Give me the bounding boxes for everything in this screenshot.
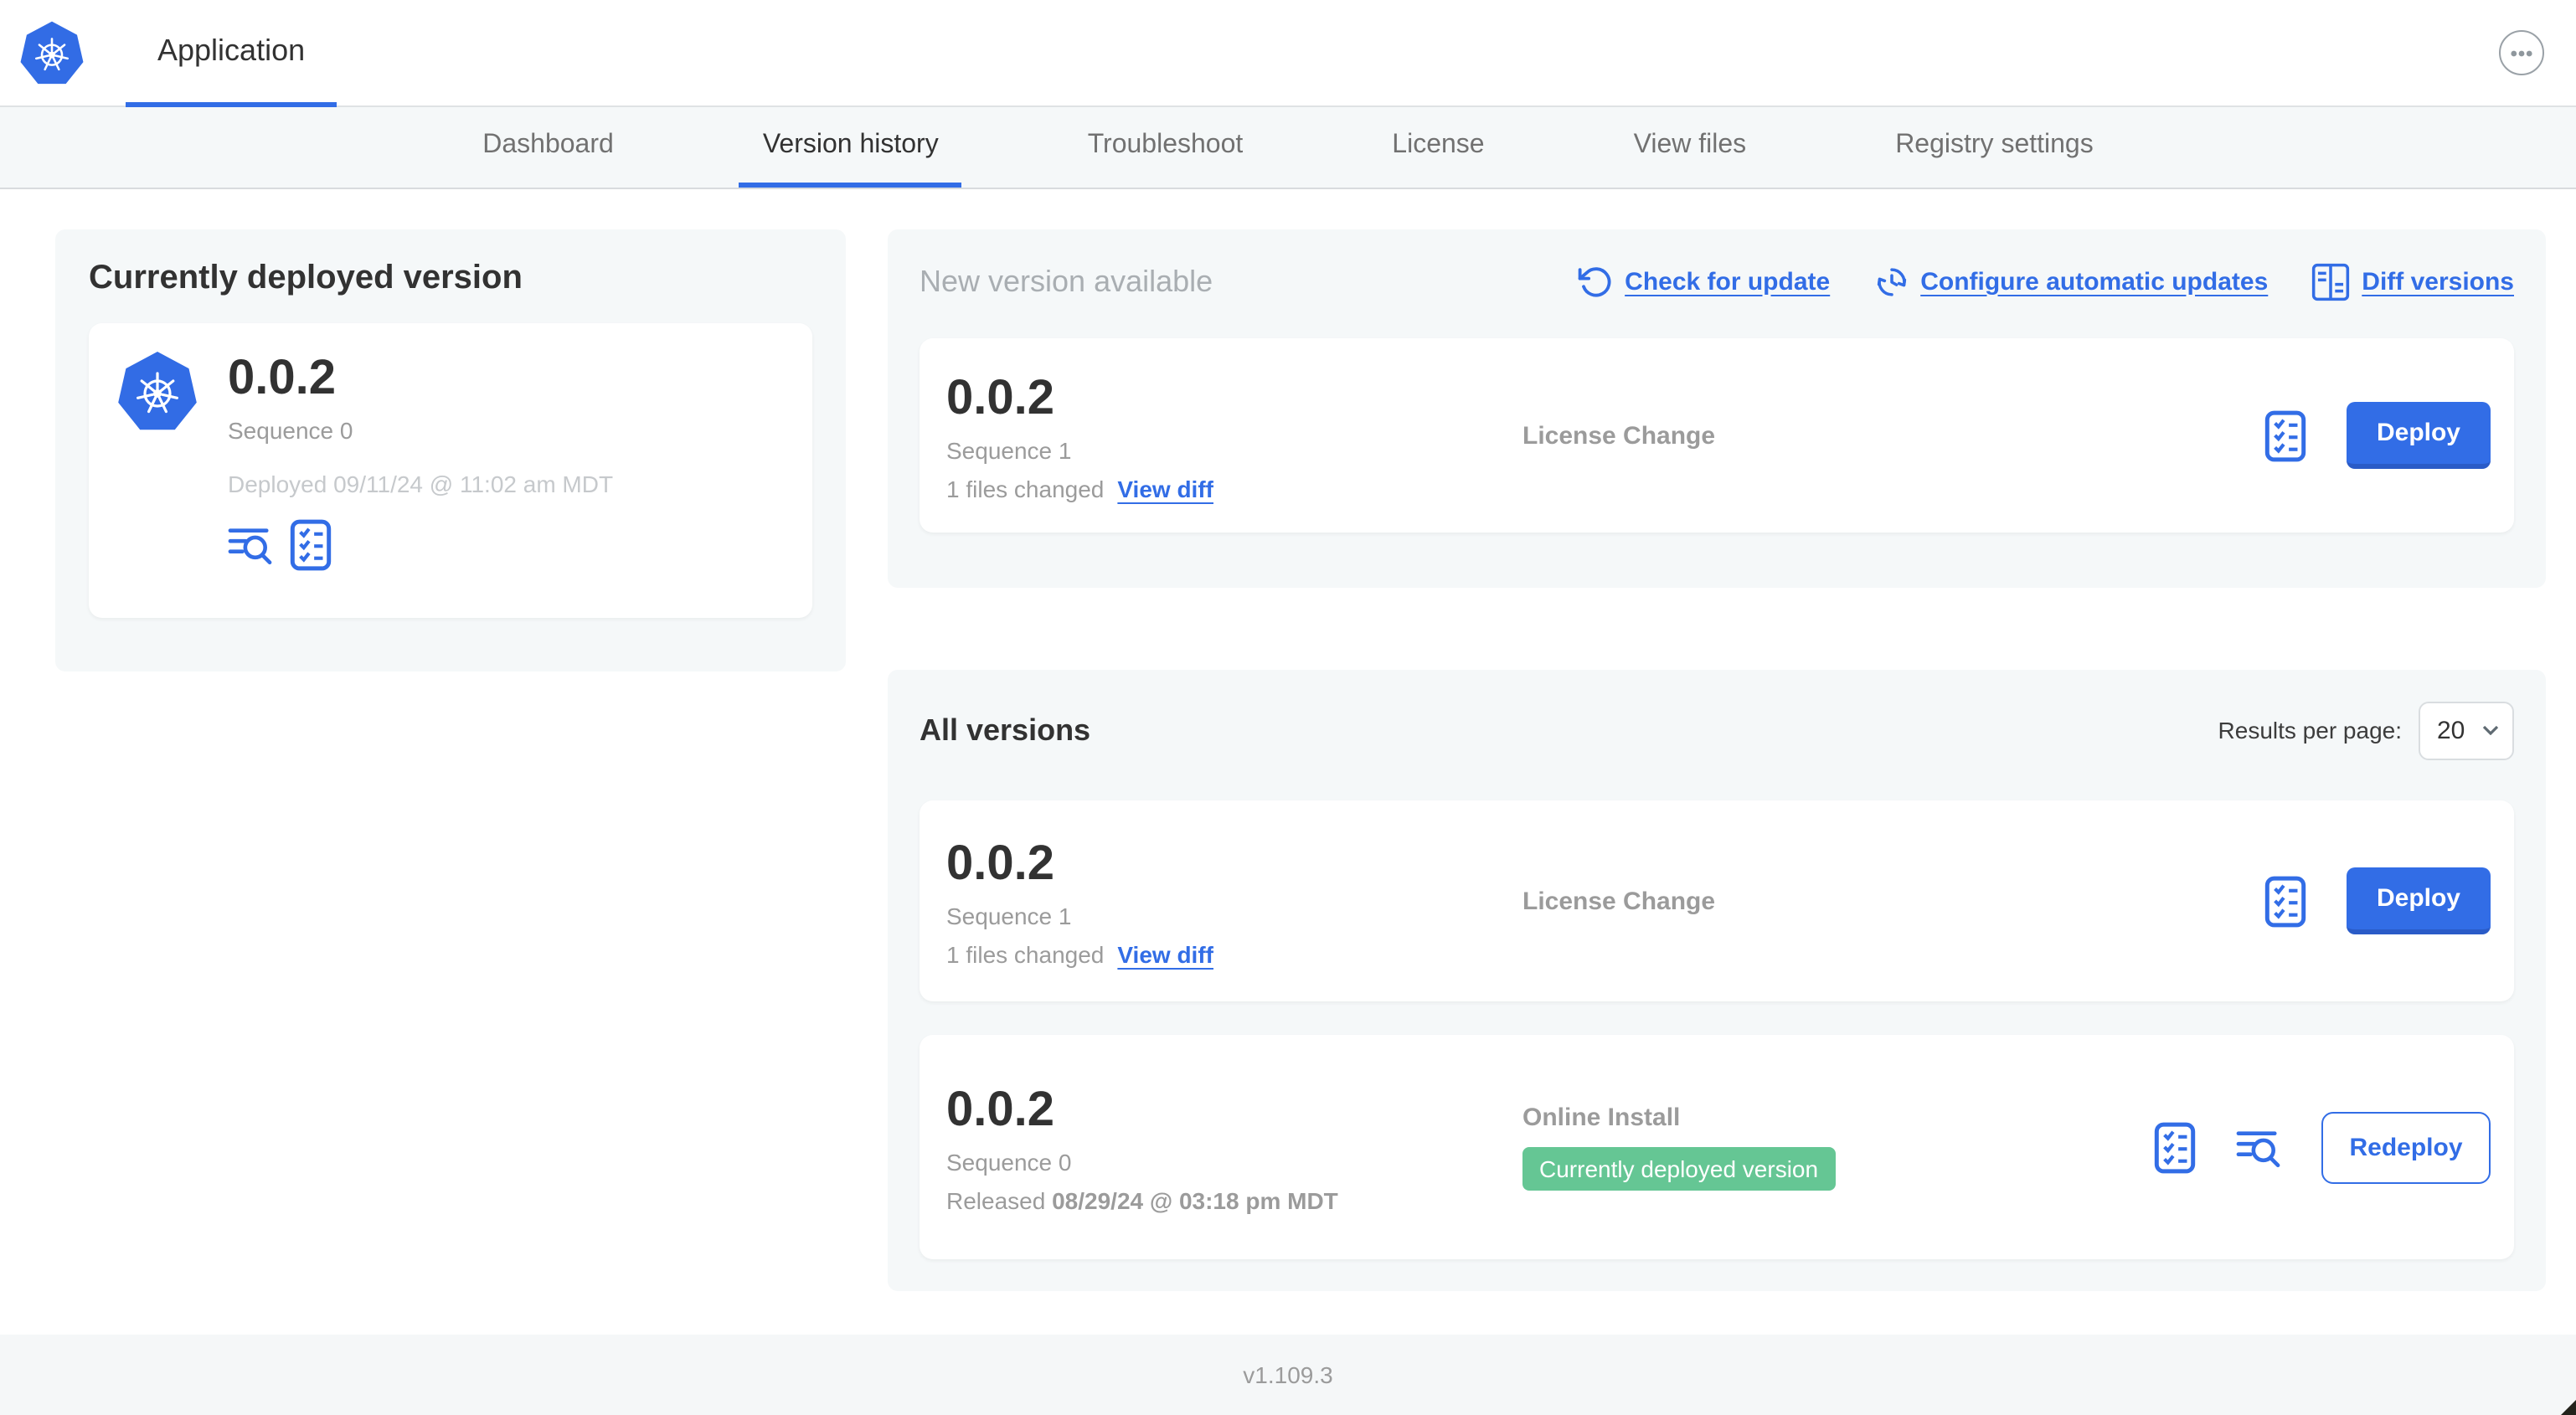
chevron-down-icon [2482, 725, 2499, 735]
new-version-card: 0.0.2 Sequence 1 1 files changed View dif… [920, 338, 2514, 533]
preflight-checklist-icon[interactable] [2154, 1121, 2196, 1173]
deploy-button[interactable]: Deploy [2347, 867, 2491, 934]
check-for-update-link[interactable]: Check for update [1578, 264, 1830, 299]
clock-refresh-icon [1873, 264, 1909, 299]
view-diff-link[interactable]: View diff [1117, 475, 1213, 502]
version-source: License Change [1522, 887, 1716, 915]
current-version-info: 0.0.2 Sequence 0 Deployed 09/11/24 @ 11:… [228, 350, 613, 591]
version-source: License Change [1522, 421, 1716, 450]
admin-console-version: v1.109.3 [1243, 1361, 1333, 1388]
files-changed-line: 1 files changed View diff [946, 475, 1213, 502]
all-versions-panel: All versions Results per page: 20 0.0.2 … [888, 670, 2546, 1291]
configure-automatic-updates-link[interactable]: Configure automatic updates [1873, 264, 2268, 299]
version-number: 0.0.2 [946, 1083, 1054, 1136]
version-number: 0.0.2 [946, 371, 1054, 424]
new-version-title: New version available [920, 264, 1213, 297]
version-info: 0.0.2 Sequence 1 1 files changed View dif… [946, 835, 1522, 967]
version-actions: Deploy [2264, 402, 2514, 469]
results-per-page: Results per page: 20 [2218, 701, 2514, 759]
app-footer: v1.109.3 [0, 1335, 2576, 1415]
tab-dashboard[interactable]: Dashboard [459, 107, 637, 188]
deploy-button[interactable]: Deploy [2347, 402, 2491, 469]
overflow-menu-button[interactable] [2499, 30, 2544, 75]
all-versions-title: All versions [920, 713, 1091, 746]
tab-troubleshoot[interactable]: Troubleshoot [1064, 107, 1267, 188]
app-title-tab[interactable]: Application [126, 0, 337, 106]
redeploy-button[interactable]: Redeploy [2321, 1111, 2491, 1183]
version-actions: Redeploy [2154, 1111, 2514, 1183]
released-timestamp: Released 08/29/24 @ 03:18 pm MDT [946, 1186, 1338, 1213]
version-info: 0.0.2 Sequence 1 1 files changed View dif… [946, 369, 1522, 502]
tab-version-history[interactable]: Version history [739, 107, 962, 188]
view-diff-link[interactable]: View diff [1117, 940, 1213, 967]
version-sequence: Sequence 1 [946, 436, 1072, 463]
version-row: 0.0.2 Sequence 1 1 files changed View dif… [920, 800, 2514, 1001]
current-version-actions [228, 519, 613, 571]
version-info: 0.0.2 Sequence 0 Released 08/29/24 @ 03:… [946, 1081, 1522, 1213]
app-title: Application [157, 33, 306, 66]
preflight-checklist-icon[interactable] [2264, 875, 2306, 927]
version-row: 0.0.2 Sequence 0 Released 08/29/24 @ 03:… [920, 1035, 2514, 1259]
version-actions: Deploy [2264, 867, 2514, 934]
current-version-number: 0.0.2 [228, 352, 336, 405]
app-window: Application Dashboard Version history Tr… [0, 0, 2576, 1415]
update-actions: Check for update Configure automatic upd… [1578, 262, 2514, 301]
new-version-panel: New version available Check for update C… [888, 229, 2546, 588]
preflight-checklist-icon[interactable] [290, 519, 332, 571]
tab-registry-settings[interactable]: Registry settings [1872, 107, 2117, 188]
files-changed-line: 1 files changed View diff [946, 940, 1213, 967]
currently-deployed-badge: Currently deployed version [1522, 1147, 1836, 1191]
cursor-artifact [2561, 1400, 2576, 1415]
tab-view-files[interactable]: View files [1610, 107, 1770, 188]
currently-deployed-title: Currently deployed version [89, 260, 523, 296]
tab-license[interactable]: License [1368, 107, 1507, 188]
nav-tabs: Dashboard Version history Troubleshoot L… [0, 107, 2576, 189]
ellipsis-icon [2511, 49, 2532, 56]
view-logs-icon[interactable] [2236, 1126, 2281, 1168]
current-version-card: 0.0.2 Sequence 0 Deployed 09/11/24 @ 11:… [89, 323, 812, 618]
current-version-sequence: Sequence 0 [228, 417, 353, 444]
kubernetes-logo-icon [18, 19, 85, 86]
diff-icon [2311, 262, 2350, 301]
version-sequence: Sequence 1 [946, 902, 1072, 929]
app-kubernetes-icon [116, 350, 199, 434]
results-per-page-label: Results per page: [2218, 717, 2402, 744]
new-version-header: New version available Check for update C… [920, 256, 2514, 306]
currently-deployed-panel: Currently deployed version 0.0.2 Sequenc… [55, 229, 846, 671]
view-logs-icon[interactable] [228, 524, 273, 566]
results-per-page-select[interactable]: 20 [2419, 701, 2514, 759]
deployed-timestamp: Deployed 09/11/24 @ 11:02 am MDT [228, 471, 614, 497]
preflight-checklist-icon[interactable] [2264, 409, 2306, 461]
version-number: 0.0.2 [946, 836, 1054, 890]
top-header: Application [0, 0, 2576, 107]
version-sequence: Sequence 0 [946, 1148, 1072, 1175]
diff-versions-link[interactable]: Diff versions [2311, 262, 2514, 301]
version-source: Online Install Currently deployed versio… [1522, 1104, 2075, 1191]
refresh-icon [1578, 264, 1613, 299]
all-versions-header: All versions Results per page: 20 [920, 697, 2514, 764]
